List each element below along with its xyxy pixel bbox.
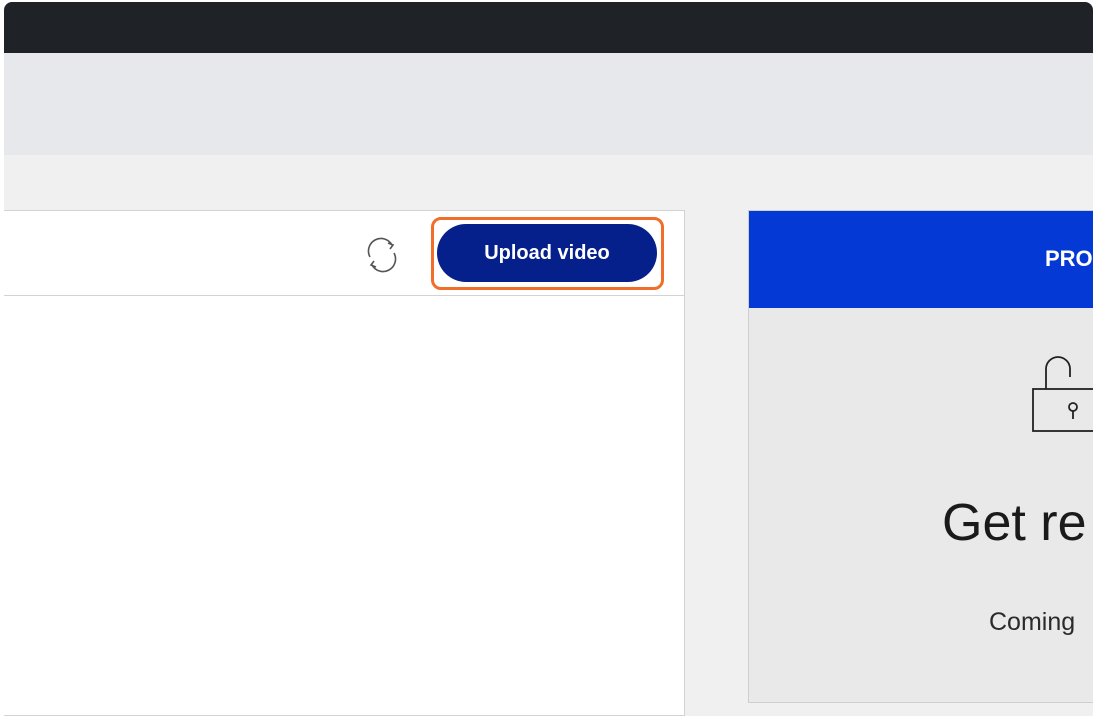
browser-top-bar — [4, 2, 1093, 53]
video-panel-header: Upload video — [4, 211, 684, 296]
pro-card-header-label: PRO — [1045, 246, 1093, 271]
pro-card-subtitle: Coming — [989, 608, 1076, 636]
upload-video-button[interactable]: Upload video — [437, 224, 657, 282]
pro-card-title: Get re — [942, 494, 1087, 552]
refresh-icon[interactable] — [360, 233, 404, 277]
lock-icon — [1032, 356, 1093, 432]
refresh-icon-graphic — [367, 237, 397, 273]
pro-card-header: PRO — [749, 211, 1093, 308]
video-list-panel: Upload video — [4, 210, 685, 716]
pro-upsell-card: PRO Get re Coming — [748, 210, 1093, 703]
navigation-band — [4, 53, 1093, 155]
